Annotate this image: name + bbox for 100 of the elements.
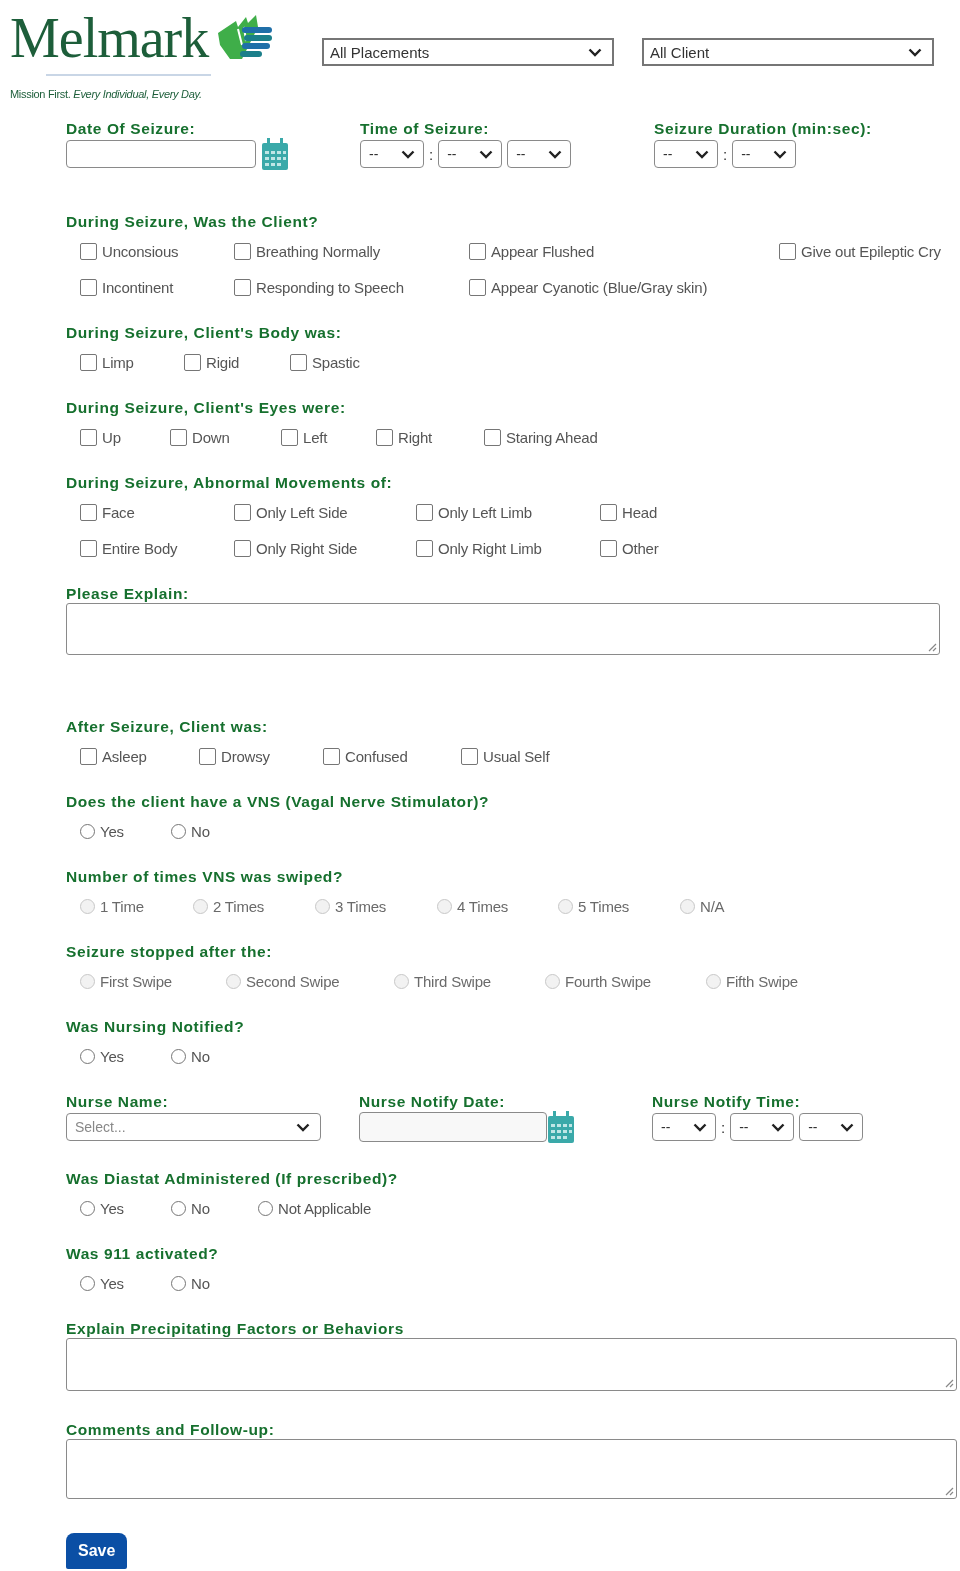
section-label: During Seizure, Client's Eyes were:: [66, 399, 347, 417]
section-label: Seizure stopped after the:: [66, 943, 273, 961]
text-area[interactable]: [66, 1338, 957, 1391]
radio-button[interactable]: [171, 823, 186, 839]
checkbox-label: Entire Body: [102, 539, 178, 557]
checkbox[interactable]: [80, 353, 97, 371]
checkbox-label: Unconsious: [102, 242, 179, 260]
radio-button[interactable]: [80, 1275, 95, 1291]
date-field[interactable]: [359, 1112, 547, 1142]
time-separator: :: [429, 145, 434, 163]
radio-button[interactable]: [80, 1048, 95, 1064]
checkbox-label: Confused: [345, 747, 408, 765]
checkbox-label: Drowsy: [221, 747, 270, 765]
checkbox-label: Rigid: [206, 353, 240, 371]
checkbox[interactable]: [80, 278, 97, 296]
time-dropdown[interactable]: --: [654, 140, 718, 168]
time-separator: :: [723, 145, 728, 163]
checkbox-label: Usual Self: [483, 747, 550, 765]
filter-dropdown[interactable]: All Placements: [322, 38, 614, 66]
checkbox-label: Spastic: [312, 353, 360, 371]
resize-handle-icon[interactable]: [927, 642, 937, 652]
text-area[interactable]: [66, 1439, 957, 1499]
checkbox[interactable]: [234, 539, 251, 557]
radio-label: 2 Times: [213, 897, 265, 915]
name-dropdown[interactable]: Select...: [66, 1113, 321, 1141]
radio-button[interactable]: [80, 1200, 95, 1216]
checkbox[interactable]: [600, 503, 617, 521]
checkbox[interactable]: [416, 539, 433, 557]
field-label: Date Of Seizure:: [66, 120, 197, 138]
radio-button[interactable]: [80, 823, 95, 839]
radio-label: Third Swipe: [414, 972, 491, 990]
radio-label: 3 Times: [335, 897, 387, 915]
section-label: Comments and Follow-up:: [66, 1421, 276, 1439]
checkbox-label: Other: [622, 539, 659, 557]
checkbox[interactable]: [484, 428, 501, 446]
date-field[interactable]: [66, 140, 256, 168]
field-label: Nurse Notify Time:: [652, 1093, 802, 1111]
resize-handle-icon[interactable]: [944, 1486, 954, 1496]
caret-icon: [479, 149, 494, 159]
checkbox[interactable]: [376, 428, 393, 446]
field-label: Time of Seizure:: [360, 120, 491, 138]
checkbox[interactable]: [469, 278, 486, 296]
checkbox[interactable]: [184, 353, 201, 371]
hand-icon: [216, 15, 275, 61]
checkbox[interactable]: [234, 278, 251, 296]
checkbox[interactable]: [80, 242, 97, 260]
time-dropdown[interactable]: --: [730, 1113, 795, 1141]
section-label: Number of times VNS was swiped?: [66, 868, 344, 886]
checkbox[interactable]: [170, 428, 187, 446]
checkbox[interactable]: [199, 747, 216, 765]
radio-label: Yes: [100, 1274, 124, 1292]
section-label: Was Diastat Administered (If prescribed)?: [66, 1170, 399, 1188]
section-label: After Seizure, Client was:: [66, 718, 269, 736]
caret-icon: [695, 149, 709, 159]
checkbox[interactable]: [416, 503, 433, 521]
calendar-icon[interactable]: [547, 1111, 575, 1143]
checkbox[interactable]: [234, 503, 251, 521]
caret-icon: [296, 1122, 310, 1132]
time-dropdown[interactable]: --: [507, 140, 572, 168]
checkbox[interactable]: [80, 503, 97, 521]
checkbox-label: Only Right Limb: [438, 539, 542, 557]
checkbox[interactable]: [323, 747, 340, 765]
radio-label: Second Swipe: [246, 972, 340, 990]
time-dropdown[interactable]: --: [438, 140, 503, 168]
checkbox-label: Up: [102, 428, 121, 446]
section-label: Was 911 activated?: [66, 1245, 220, 1263]
filter-dropdown[interactable]: All Client: [642, 38, 934, 66]
radio-button[interactable]: [258, 1200, 273, 1216]
checkbox[interactable]: [281, 428, 298, 446]
time-dropdown[interactable]: --: [799, 1113, 864, 1141]
resize-handle-icon[interactable]: [944, 1378, 954, 1388]
caret-icon: [771, 1122, 786, 1132]
time-dropdown[interactable]: --: [360, 140, 424, 168]
text-area[interactable]: [66, 603, 940, 655]
checkbox[interactable]: [461, 747, 478, 765]
section-label: Please Explain:: [66, 585, 190, 603]
checkbox-label: Face: [102, 503, 135, 521]
checkbox-label: Responding to Speech: [256, 278, 404, 296]
radio-button[interactable]: [171, 1200, 186, 1216]
checkbox[interactable]: [290, 353, 307, 371]
checkbox-label: Staring Ahead: [506, 428, 598, 446]
radio-label: Fourth Swipe: [565, 972, 651, 990]
radio-button[interactable]: [171, 1275, 186, 1291]
checkbox[interactable]: [80, 428, 97, 446]
checkbox[interactable]: [80, 539, 97, 557]
radio-button[interactable]: [171, 1048, 186, 1064]
radio-label: Not Applicable: [278, 1199, 372, 1217]
checkbox-label: Down: [192, 428, 230, 446]
checkbox[interactable]: [600, 539, 617, 557]
save-button[interactable]: Save: [66, 1533, 128, 1569]
field-label: Nurse Notify Date:: [359, 1093, 507, 1111]
checkbox[interactable]: [469, 242, 486, 260]
radio-label: 4 Times: [457, 897, 509, 915]
checkbox[interactable]: [234, 242, 251, 260]
checkbox[interactable]: [80, 747, 97, 765]
calendar-icon[interactable]: [261, 138, 289, 170]
checkbox-label: Breathing Normally: [256, 242, 380, 260]
time-dropdown[interactable]: --: [732, 140, 797, 168]
checkbox[interactable]: [779, 242, 796, 260]
time-dropdown[interactable]: --: [652, 1113, 716, 1141]
